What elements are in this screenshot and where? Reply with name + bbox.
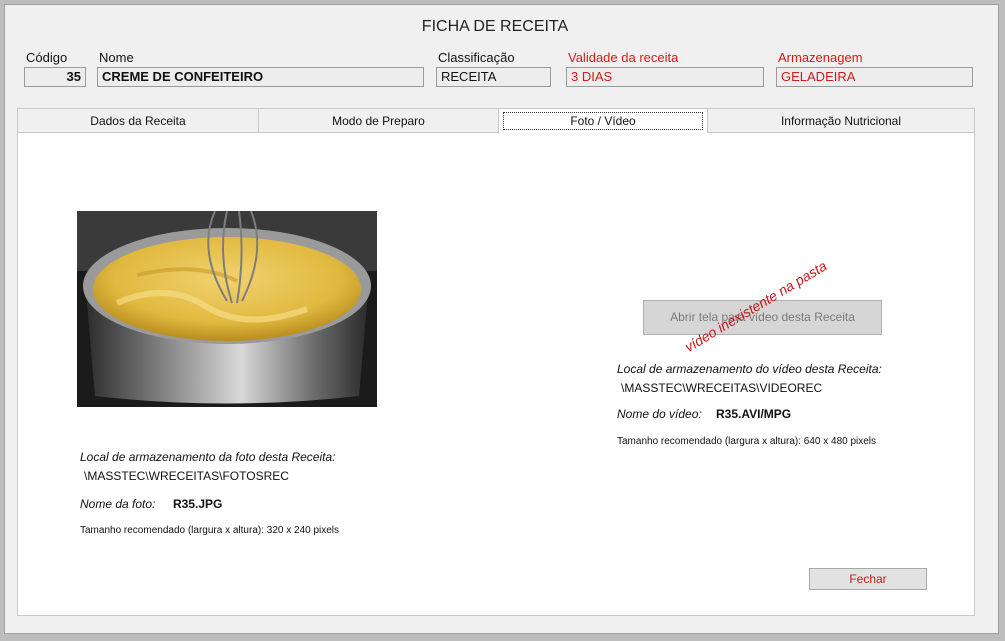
window-title: FICHA DE RECEITA [421,18,569,35]
armazenagem-label: Armazenagem [778,50,863,65]
photo-size-hint: Tamanho recomendado (largura x altura): … [80,525,340,536]
validade-field[interactable]: 3 DIAS [566,67,764,87]
tab-label: Informação Nutricional [780,114,902,128]
validade-label: Validade da receita [568,50,679,65]
tab-modo-preparo[interactable]: Modo de Preparo [259,109,499,133]
foto-video-panel: Local de armazenamento da foto desta Rec… [17,133,975,616]
photo-storage-label: Local de armazenamento da foto desta Rec… [80,450,336,464]
video-storage-path: \MASSTEC\WRECEITAS\VIDEOREC [621,381,823,395]
armazenagem-field[interactable]: GELADEIRA [776,67,973,87]
video-size-hint: Tamanho recomendado (largura x altura): … [617,436,877,447]
tab-bar: Dados da Receita Modo de Preparo Foto / … [17,108,975,133]
tab-informacao-nutricional[interactable]: Informação Nutricional [708,109,974,133]
tab-dados-receita[interactable]: Dados da Receita [18,109,259,133]
nome-label: Nome [99,50,134,65]
nome-field[interactable]: CREME DE CONFEITEIRO [97,67,424,87]
recipe-photo [77,211,377,407]
classificacao-field[interactable]: RECEITA [436,67,551,87]
recipe-window: FICHA DE RECEITA Código 35 Nome CREME DE… [4,4,999,634]
tab-foto-video[interactable]: Foto / Vídeo [499,109,708,133]
video-name-value: R35.AVI/MPG [716,407,792,421]
photo-storage-path: \MASSTEC\WRECEITAS\FOTOSREC [84,469,289,483]
video-name-label: Nome do vídeo: [617,407,702,421]
tab-label: Foto / Vídeo [503,112,703,130]
video-storage-label: Local de armazenamento do vídeo desta Re… [617,362,882,376]
close-button[interactable]: Fechar [809,568,927,590]
codigo-field[interactable]: 35 [24,67,86,87]
photo-name-value: R35.JPG [173,497,223,511]
codigo-label: Código [26,50,68,65]
tab-label: Modo de Preparo [332,114,425,128]
classificacao-label: Classificação [438,50,515,65]
tab-label: Dados da Receita [90,114,186,128]
photo-name-label: Nome da foto: [80,497,156,511]
